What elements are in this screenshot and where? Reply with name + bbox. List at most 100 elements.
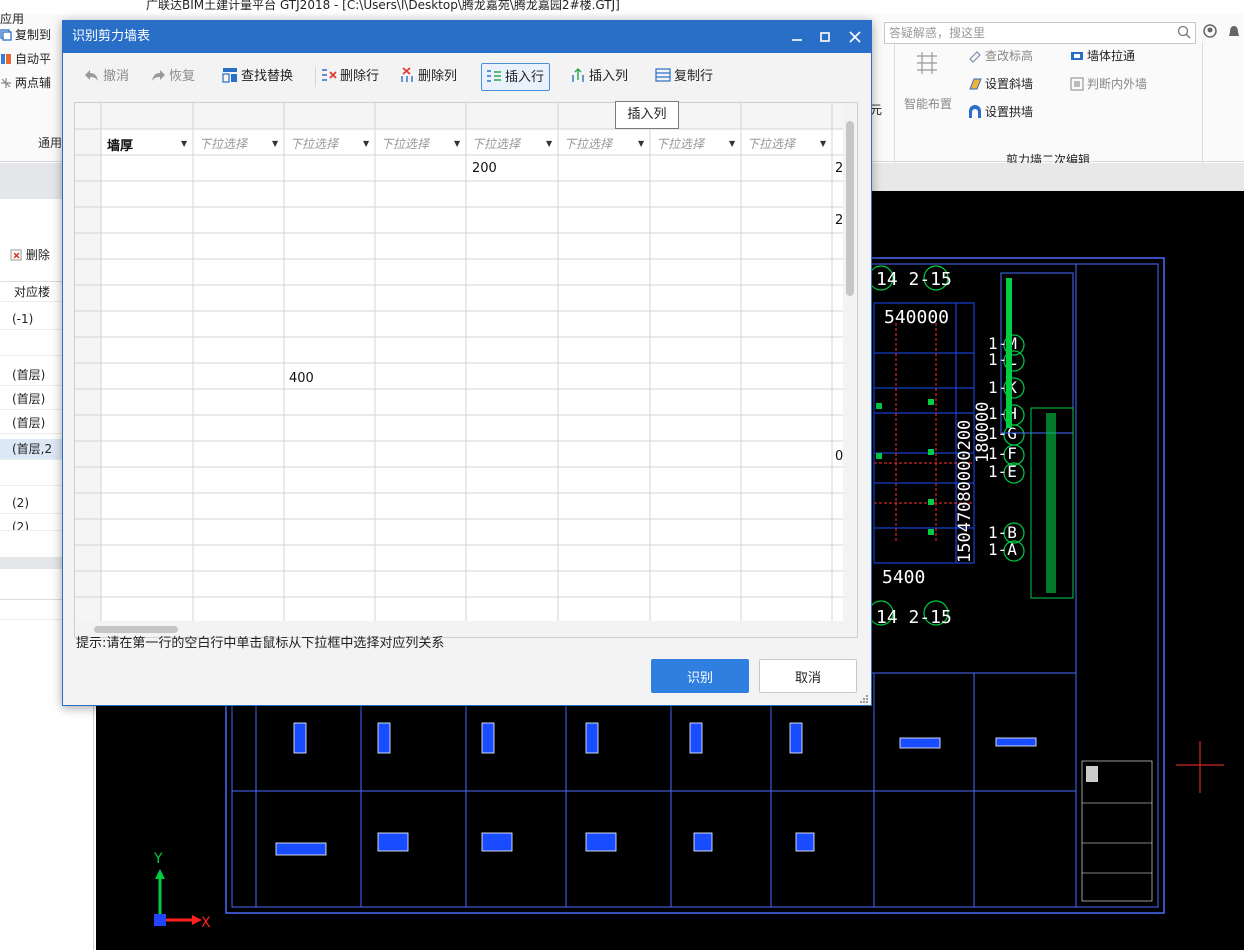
judge-in-out-button[interactable]: 判断内外墙: [1070, 74, 1147, 94]
app-title: 广联达BIM土建计量平台 GTJ2018 - [C:\Users\l\Deskt…: [0, 0, 1244, 14]
cancel-button[interactable]: 取消: [759, 659, 857, 693]
dialog-title-bar[interactable]: 识别剪力墙表: [63, 21, 871, 53]
set-arch-wall-label: 设置拱墙: [985, 105, 1034, 119]
search-icon[interactable]: [1177, 25, 1191, 39]
insert-row-button[interactable]: 插入行: [481, 63, 551, 91]
two-point-icon: [0, 74, 12, 88]
insert-column-label: 插入列: [589, 69, 629, 84]
grid-lines: [75, 103, 843, 621]
redo-button[interactable]: 恢复: [150, 63, 195, 91]
auto-icon: [0, 50, 12, 64]
column-selector-dropdown[interactable]: 下拉选择: [656, 135, 704, 152]
copy-row-icon: [655, 66, 671, 82]
delete-row-icon: [321, 66, 337, 82]
delete-label: 删除: [25, 248, 50, 262]
dialog-title: 识别剪力墙表: [72, 29, 151, 44]
wall-details: [275, 722, 1037, 856]
copy-row-label: 复制行: [674, 69, 714, 84]
ribbon-separator: [894, 42, 895, 172]
delete-row-label: 删除行: [340, 69, 380, 84]
ribbon-left-group: 应用 复制到 自动平 两点辅 通用: [0, 12, 64, 162]
dropdown-arrow-icon[interactable]: ▼: [454, 139, 460, 148]
maximize-icon[interactable]: [811, 21, 839, 53]
delete-column-icon: [399, 66, 415, 82]
set-slope-wall-label: 设置斜墙: [985, 77, 1034, 91]
arch-wall-icon: [968, 105, 982, 119]
copy-row-button[interactable]: 复制行: [655, 63, 713, 91]
wall-extend-icon: [1070, 49, 1084, 63]
dropdown-arrow-icon[interactable]: ▼: [820, 139, 826, 148]
dropdown-arrow-icon[interactable]: ▼: [729, 139, 735, 148]
undo-icon: [84, 66, 100, 82]
search-input[interactable]: 答疑解惑，搜这里: [884, 22, 1196, 44]
two-point-button[interactable]: 两点辅: [0, 72, 51, 94]
insert-row-icon: [486, 67, 502, 83]
elevation-icon: [968, 49, 982, 63]
toolbar-separator: [315, 67, 316, 87]
bell-icon[interactable]: [1229, 26, 1239, 36]
recognize-button[interactable]: 识别: [651, 659, 749, 693]
delete-row-button[interactable]: 删除行: [321, 63, 379, 91]
column-selector-dropdown[interactable]: 下拉选择: [564, 135, 612, 152]
set-slope-wall-button[interactable]: 设置斜墙: [968, 74, 1033, 94]
ucs-icon: Y X: [153, 851, 211, 931]
vertical-dims: 15047080000200: [955, 420, 975, 563]
vertical-scrollbar[interactable]: [843, 103, 857, 621]
find-replace-button[interactable]: 查找替换: [222, 63, 293, 91]
column-selector-dropdown[interactable]: 下拉选择: [199, 135, 247, 152]
delete-icon: [10, 247, 22, 261]
auto-level-button[interactable]: 自动平: [0, 48, 51, 70]
wall-table-grid[interactable]: 墙厚 ▼ 下拉选择 ▼ 下拉选择 ▼ 下拉选择 ▼ 下拉选择 ▼ 下拉选择 ▼ …: [74, 102, 858, 638]
hint-text: 提示:请在第一行的空白行中单击鼠标从下拉框中选择对应列关系: [76, 636, 445, 651]
dropdown-arrow-icon[interactable]: ▼: [181, 139, 187, 148]
minimize-icon[interactable]: [783, 21, 811, 53]
ribbon-right-group: 元 智能布置 查改标高 墙体拉通 设置斜墙 判断内外墙 设置拱墙 剪力墙二次编辑: [870, 42, 1244, 176]
table-cell[interactable]: 200: [472, 161, 497, 176]
vertical-scroll-thumb[interactable]: [846, 121, 854, 296]
copy-to-button[interactable]: 复制到: [0, 24, 51, 46]
column-selector-dropdown[interactable]: 下拉选择: [747, 135, 795, 152]
search-placeholder: 答疑解惑，搜这里: [889, 26, 986, 40]
wall-extend-button[interactable]: 墙体拉通: [1070, 46, 1135, 66]
axis-label-bottom: 14 2-15: [876, 607, 952, 628]
delete-column-label: 删除列: [418, 69, 458, 84]
ribbon-group-common: 通用: [38, 136, 63, 150]
set-arch-wall-button[interactable]: 设置拱墙: [968, 102, 1033, 122]
insert-column-icon: [570, 66, 586, 82]
dialog-toolbar: 撤消 恢复 查找替换 删除行 删除列 插入行 插入列 复制行: [74, 61, 860, 93]
axis-label-k: 1-K: [988, 378, 1017, 397]
table-cell[interactable]: 400: [289, 371, 314, 386]
recognize-shear-wall-dialog: 识别剪力墙表 撤消 恢复 查找替换 删除行 删除列 插入行 插入列 复制行 墙厚…: [62, 20, 872, 706]
dropdown-arrow-icon[interactable]: ▼: [363, 139, 369, 148]
two-point-label: 两点辅: [15, 76, 52, 90]
resize-grip-icon[interactable]: [859, 693, 869, 703]
judge-in-out-label: 判断内外墙: [1087, 77, 1148, 91]
column-selector-dropdown[interactable]: 下拉选择: [381, 135, 429, 152]
redo-label: 恢复: [169, 69, 196, 84]
dropdown-arrow-icon[interactable]: ▼: [546, 139, 552, 148]
ribbon-separator: [1202, 42, 1203, 172]
copy-to-label: 复制到: [15, 28, 52, 42]
insert-column-tooltip: 插入列: [615, 101, 679, 129]
smart-layout-button[interactable]: 智能布置: [904, 94, 952, 114]
slope-wall-icon: [968, 77, 982, 91]
ucs-y-label: Y: [153, 851, 163, 867]
ucs-x-label: X: [201, 915, 211, 931]
column-selector-dropdown[interactable]: 下拉选择: [472, 135, 520, 152]
change-elevation-button[interactable]: 查改标高: [968, 46, 1033, 66]
column-selector-dropdown[interactable]: 下拉选择: [290, 135, 338, 152]
dropdown-arrow-icon[interactable]: ▼: [272, 139, 278, 148]
insert-row-label: 插入行: [505, 70, 545, 85]
dropdown-arrow-icon[interactable]: ▼: [638, 139, 644, 148]
copy-icon: [0, 26, 12, 41]
user-icon[interactable]: [1203, 24, 1217, 38]
insert-column-button[interactable]: 插入列: [570, 63, 628, 91]
delete-column-button[interactable]: 删除列: [399, 63, 457, 91]
dim-label-mid: 5400: [882, 567, 925, 588]
find-replace-icon: [222, 66, 238, 83]
column-selector-wall-thickness[interactable]: 墙厚: [107, 135, 133, 154]
close-icon[interactable]: [841, 21, 869, 53]
plan-markers: [876, 399, 934, 535]
undo-button[interactable]: 撤消: [84, 63, 129, 91]
change-elevation-label: 查改标高: [985, 49, 1034, 63]
